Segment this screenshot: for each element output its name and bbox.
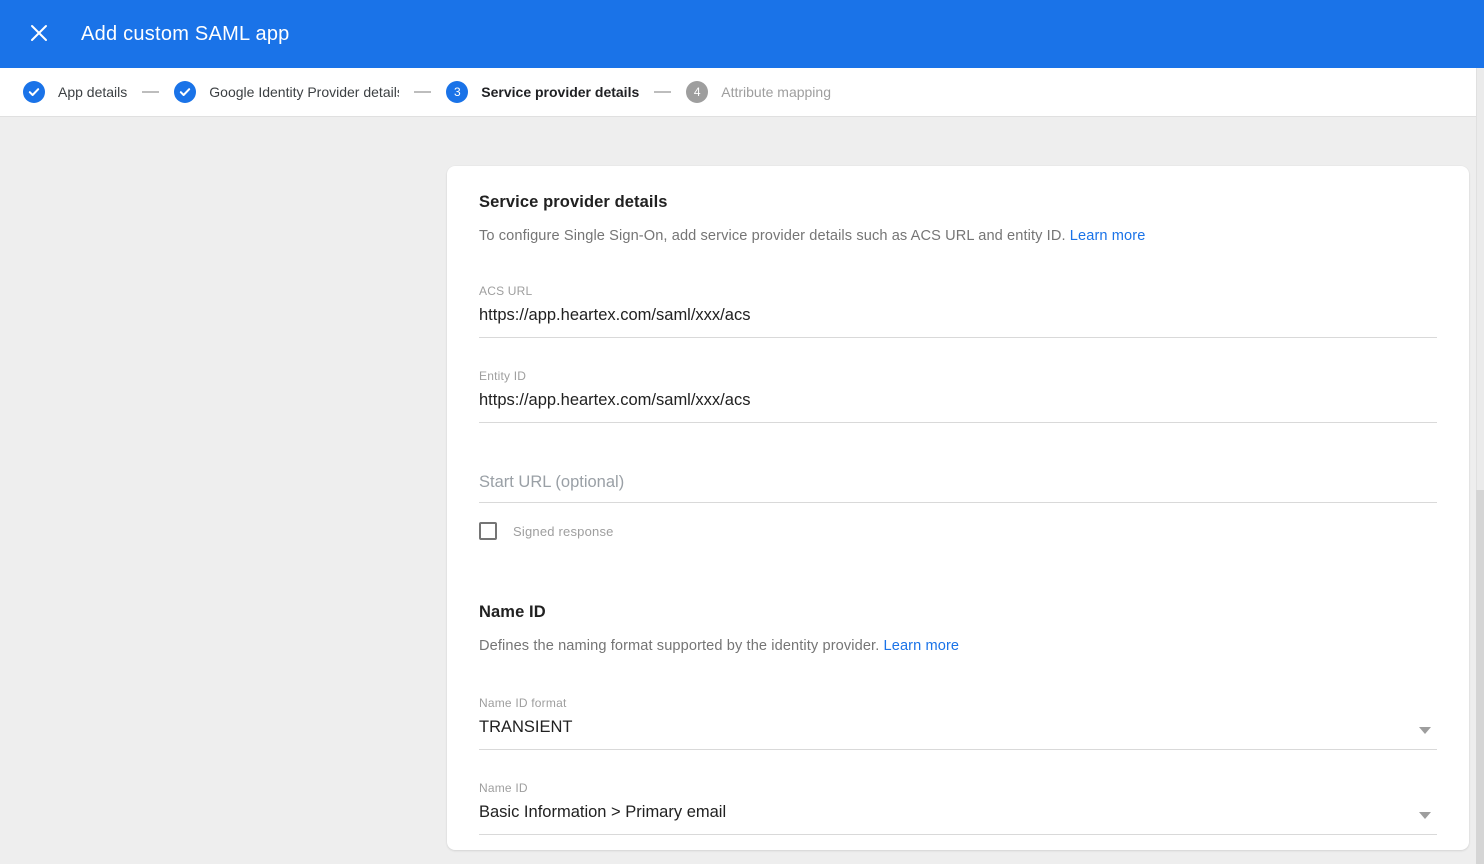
name-id-format-value: TRANSIENT <box>479 710 1437 750</box>
section-title-service-provider: Service provider details <box>479 193 1437 212</box>
entity-id-label: Entity ID <box>479 369 1437 383</box>
step-label: App details <box>58 84 127 100</box>
name-id-format-select[interactable]: TRANSIENT <box>479 710 1437 750</box>
scrollbar-track <box>1476 68 1484 864</box>
step-label: Google Identity Provider details <box>209 84 399 100</box>
wizard-stepper: App details Google Identity Provider det… <box>0 68 1484 117</box>
step-label: Attribute mapping <box>721 84 831 100</box>
dialog-title: Add custom SAML app <box>81 23 290 46</box>
dialog-header: Add custom SAML app <box>0 0 1484 68</box>
signed-response-row: Signed response <box>479 522 1437 540</box>
chevron-down-icon <box>1419 812 1431 819</box>
close-icon <box>30 24 48 45</box>
section-description-text: Defines the naming format supported by t… <box>479 638 879 654</box>
step-number-badge: 3 <box>446 81 468 103</box>
acs-url-field-group: ACS URL <box>479 284 1437 338</box>
signed-response-label: Signed response <box>513 524 614 539</box>
section-description: To configure Single Sign-On, add service… <box>479 228 1437 244</box>
section-description-text: To configure Single Sign-On, add service… <box>479 228 1066 244</box>
start-url-field-group <box>479 473 1437 503</box>
name-id-select[interactable]: Basic Information > Primary email <box>479 795 1437 835</box>
step-service-provider-details[interactable]: 3 Service provider details <box>446 81 639 103</box>
acs-url-input[interactable] <box>479 298 1437 338</box>
chevron-down-icon <box>1419 727 1431 734</box>
name-id-format-label: Name ID format <box>479 696 1437 710</box>
step-number-badge: 4 <box>686 81 708 103</box>
service-provider-card: Service provider details To configure Si… <box>447 166 1469 850</box>
step-google-idp-details[interactable]: Google Identity Provider details <box>174 81 399 103</box>
section-description: Defines the naming format supported by t… <box>479 638 1437 654</box>
close-button[interactable] <box>21 16 57 52</box>
step-connector <box>142 91 159 93</box>
acs-url-label: ACS URL <box>479 284 1437 298</box>
entity-id-field-group: Entity ID <box>479 369 1437 423</box>
start-url-input[interactable] <box>479 473 1437 503</box>
name-id-value: Basic Information > Primary email <box>479 795 1437 835</box>
step-label: Service provider details <box>481 84 639 100</box>
step-app-details[interactable]: App details <box>23 81 127 103</box>
name-id-label: Name ID <box>479 781 1437 795</box>
step-complete-check-icon <box>174 81 196 103</box>
step-connector <box>654 91 671 93</box>
step-complete-check-icon <box>23 81 45 103</box>
dialog-body: Service provider details To configure Si… <box>0 117 1484 864</box>
learn-more-link[interactable]: Learn more <box>1070 228 1146 244</box>
name-id-field-group: Name ID Basic Information > Primary emai… <box>479 781 1437 835</box>
name-id-format-field-group: Name ID format TRANSIENT <box>479 696 1437 750</box>
step-attribute-mapping[interactable]: 4 Attribute mapping <box>686 81 831 103</box>
scrollbar-thumb[interactable] <box>1476 490 1484 864</box>
signed-response-checkbox[interactable] <box>479 522 497 540</box>
learn-more-link[interactable]: Learn more <box>884 638 960 654</box>
entity-id-input[interactable] <box>479 383 1437 423</box>
section-title-name-id: Name ID <box>479 603 1437 622</box>
step-connector <box>414 91 431 93</box>
